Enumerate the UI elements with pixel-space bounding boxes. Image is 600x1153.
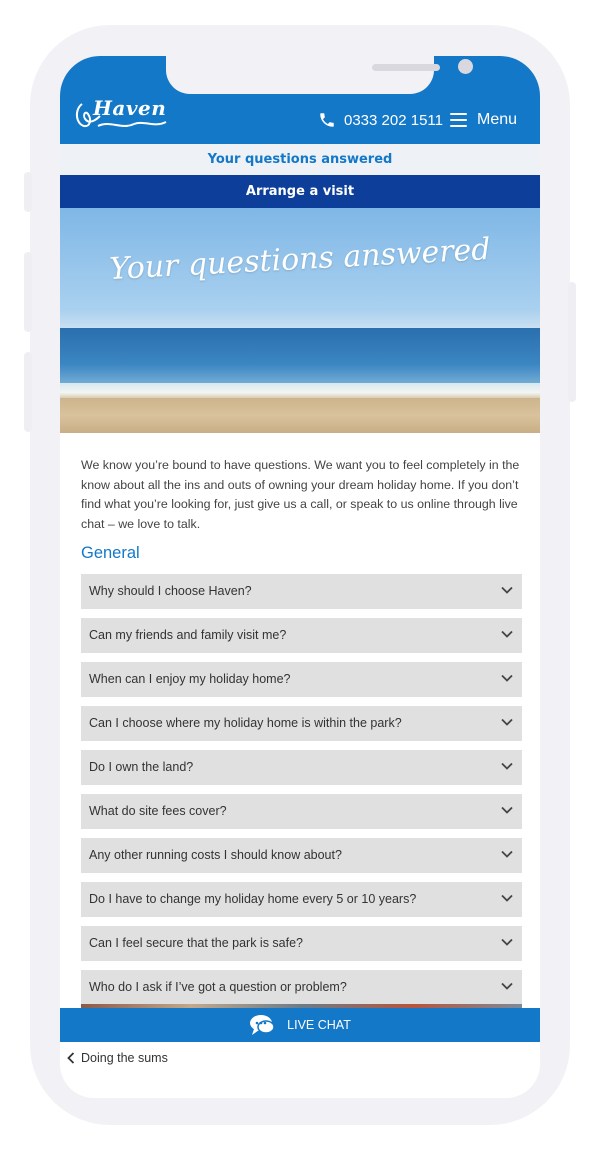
faq-item[interactable]: Can I choose where my holiday home is wi…	[81, 706, 522, 741]
hero-sand	[60, 398, 540, 433]
menu-label: Menu	[477, 111, 518, 128]
chevron-down-icon[interactable]	[501, 894, 513, 902]
menu-button[interactable]: Menu	[450, 108, 517, 132]
live-chat-label: LIVE CHAT	[287, 1018, 351, 1032]
faq-item[interactable]: Do I own the land?	[81, 750, 522, 785]
hero-title: Your questions answered	[108, 232, 492, 287]
device-notch	[166, 56, 473, 94]
page-subnav-title[interactable]: Your questions answered	[60, 144, 540, 175]
chevron-down-icon[interactable]	[501, 938, 513, 946]
faq-item[interactable]: Who do I ask if I’ve got a question or p…	[81, 970, 522, 1005]
intro-text: We know you’re bound to have questions. …	[81, 458, 520, 531]
device-camera	[458, 59, 473, 74]
phone-icon	[320, 113, 334, 127]
faq-item[interactable]: Why should I choose Haven?	[81, 574, 522, 609]
phone-number: 0333 202 1511	[344, 111, 443, 129]
live-chat-button[interactable]: LIVE CHAT	[60, 1008, 540, 1042]
faq-question: Any other running costs I should know ab…	[89, 848, 342, 862]
faq-question: Why should I choose Haven?	[89, 584, 252, 598]
chevron-left-icon	[67, 1052, 75, 1064]
device-power-button	[568, 282, 576, 402]
faq-item[interactable]: Do I have to change my holiday home ever…	[81, 882, 522, 917]
chevron-down-icon[interactable]	[501, 982, 513, 990]
faq-question: Do I own the land?	[89, 760, 194, 774]
device-side-button	[24, 172, 32, 212]
faq-question: Who do I ask if I’ve got a question or p…	[89, 980, 347, 994]
back-link[interactable]: Doing the sums	[67, 1051, 168, 1065]
faq-question: Can I choose where my holiday home is wi…	[89, 716, 402, 730]
faq-question: Can my friends and family visit me?	[89, 628, 287, 642]
device-side-button	[24, 352, 32, 432]
faq-item[interactable]: When can I enjoy my holiday home?	[81, 662, 522, 697]
chevron-down-icon[interactable]	[501, 586, 513, 594]
arrange-visit-button[interactable]: Arrange a visit	[60, 175, 540, 208]
chat-bubbles-icon	[250, 1015, 275, 1035]
faq-question: Do I have to change my holiday home ever…	[89, 892, 417, 906]
faq-question: When can I enjoy my holiday home?	[89, 672, 291, 686]
phone-link[interactable]: 0333 202 1511	[318, 108, 443, 132]
hero-surf	[60, 383, 540, 399]
hero-sea	[60, 328, 540, 388]
faq-question: What do site fees cover?	[89, 804, 227, 818]
faq-item[interactable]: Can my friends and family visit me?	[81, 618, 522, 653]
chevron-down-icon[interactable]	[501, 850, 513, 858]
device-screen: Haven 0333 202 1511 Menu Your questions …	[60, 56, 540, 1098]
chevron-down-icon[interactable]	[501, 630, 513, 638]
hero-banner: Your questions answered	[60, 208, 540, 433]
section-title: General	[81, 544, 140, 562]
chevron-down-icon[interactable]	[501, 762, 513, 770]
chevron-down-icon[interactable]	[501, 718, 513, 726]
device-side-button	[24, 252, 32, 332]
faq-item[interactable]: Any other running costs I should know ab…	[81, 838, 522, 873]
back-link-label: Doing the sums	[81, 1051, 168, 1065]
chevron-down-icon[interactable]	[501, 806, 513, 814]
faq-item[interactable]: Can I feel secure that the park is safe?	[81, 926, 522, 961]
chevron-down-icon[interactable]	[501, 674, 513, 682]
device-speaker	[372, 64, 440, 71]
faq-item[interactable]: What do site fees cover?	[81, 794, 522, 829]
faq-question: Can I feel secure that the park is safe?	[89, 936, 304, 950]
hamburger-icon	[450, 113, 467, 127]
logo-text: Haven	[93, 96, 167, 120]
